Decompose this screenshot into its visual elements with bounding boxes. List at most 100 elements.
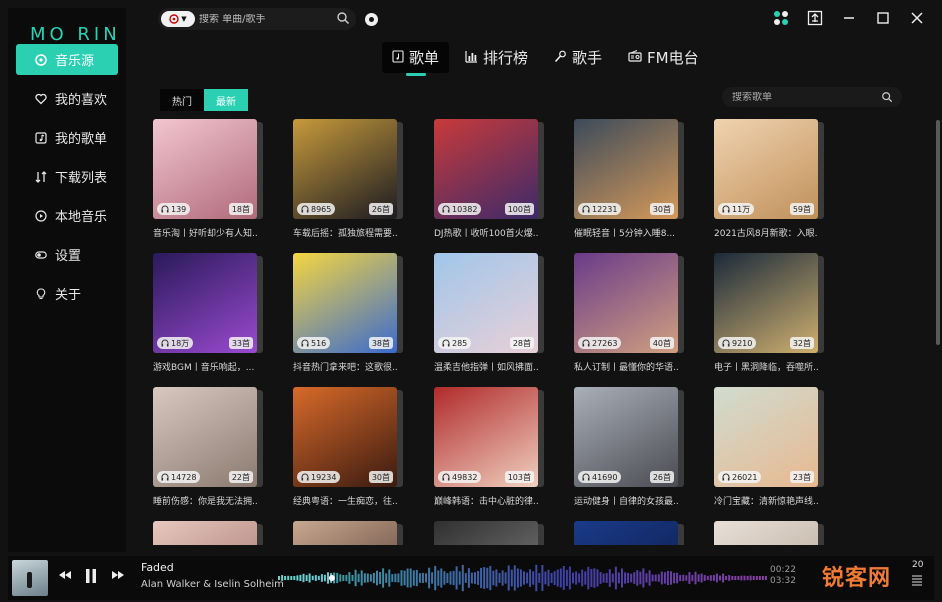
playlist-title[interactable]: 抖音热门拿来吧：这歌很... xyxy=(293,360,397,373)
playlist-title[interactable]: 经典粤语：一生痴恋，往... xyxy=(293,494,397,507)
sidebar-item-downloads[interactable]: 下载列表 xyxy=(16,161,118,192)
playlist-title[interactable]: 车载后摇：孤独旅程需要... xyxy=(293,226,397,239)
waveform-bar xyxy=(764,576,767,580)
search-input[interactable] xyxy=(199,13,337,25)
playlist-cover[interactable] xyxy=(293,521,397,545)
playlist-card[interactable]: 26021 23首 冷门宝藏：清新惊艳声线... xyxy=(714,387,824,507)
playlist-card[interactable]: 516 38首 抖音热门拿来吧：这歌很... xyxy=(293,253,403,373)
playlist-cover-stack: 11万 59首 xyxy=(714,119,824,219)
progress-knob[interactable] xyxy=(328,575,335,581)
sidebar-item-favorites[interactable]: 我的喜欢 xyxy=(16,83,118,114)
playlist-card[interactable]: 12231 30首 催眠轻音丨5分钟入睡8... xyxy=(574,119,684,239)
waveform-bar xyxy=(581,569,584,587)
next-icon[interactable] xyxy=(111,568,125,586)
playlist-queue-icon[interactable] xyxy=(911,574,923,586)
waveform-bar xyxy=(348,572,351,584)
track-count-badge: 59首 xyxy=(789,203,814,215)
playlist-card[interactable]: 9210 32首 电子丨黑洞降临，吞噬所... xyxy=(714,253,824,373)
waveform-bar xyxy=(568,566,571,590)
pause-icon[interactable] xyxy=(84,568,98,588)
waveform-bar xyxy=(703,575,706,581)
playlist-cover[interactable] xyxy=(153,521,257,545)
search-icon[interactable] xyxy=(881,91,893,103)
playlist-card[interactable]: 11万 59首 2021古风8月新歌：入眼... xyxy=(714,119,824,239)
playlist-title[interactable]: 游戏BGM丨音乐响起，... xyxy=(153,360,257,373)
playlist-card[interactable] xyxy=(153,521,263,545)
sidebar-item-settings[interactable]: 设置 xyxy=(16,239,118,270)
close-icon[interactable] xyxy=(906,8,928,28)
maximize-icon[interactable] xyxy=(872,8,894,28)
waveform-progress[interactable] xyxy=(278,562,768,594)
playlist-card[interactable]: 19234 30首 经典粤语：一生痴恋，往... xyxy=(293,387,403,507)
track-count-badge: 23首 xyxy=(789,471,814,483)
playlist-title[interactable]: 运动健身丨自律的女孩最... xyxy=(574,494,678,507)
album-cover[interactable] xyxy=(12,560,48,596)
waveform-bar xyxy=(596,569,599,587)
sidebar-item-my-playlists[interactable]: 我的歌单 xyxy=(16,122,118,153)
playlist-title[interactable]: 冷门宝藏：清新惊艳声线... xyxy=(714,494,818,507)
radio-icon xyxy=(628,50,642,65)
sidebar-item-about[interactable]: 关于 xyxy=(16,278,118,309)
playlist-cover[interactable] xyxy=(434,521,538,545)
playlist-title[interactable]: 温柔吉他指弹丨如风拂面... xyxy=(434,360,538,373)
track-count-badge: 38首 xyxy=(368,337,393,349)
waveform-bar xyxy=(697,574,700,582)
playlist-card[interactable]: 18万 33首 游戏BGM丨音乐响起，... xyxy=(153,253,263,373)
playlist-cover[interactable] xyxy=(714,521,818,545)
waveform-bar xyxy=(425,573,427,583)
playlist-card[interactable] xyxy=(293,521,403,545)
current-time: 00:22 xyxy=(770,565,796,575)
playlist-search-input[interactable] xyxy=(722,91,872,103)
skin-icon[interactable] xyxy=(770,8,792,28)
waveform-bar xyxy=(587,566,590,590)
playlist-card[interactable] xyxy=(714,521,824,545)
playlist-title[interactable]: 睡前伤感：你是我无法拥... xyxy=(153,494,257,507)
playlist-card[interactable] xyxy=(574,521,684,545)
waveform-bar xyxy=(572,572,574,584)
waveform-bar xyxy=(516,568,519,588)
search-icon[interactable] xyxy=(336,11,350,25)
total-time: 03:32 xyxy=(770,576,796,586)
playlist-card[interactable]: 49832 103首 巅峰韩语：击中心脏的律... xyxy=(434,387,544,507)
playlist-card[interactable]: 8965 26首 车载后摇：孤独旅程需要... xyxy=(293,119,403,239)
record-icon[interactable] xyxy=(365,13,378,26)
playlist-title[interactable]: 音乐淘丨好听却少有人知... xyxy=(153,226,257,239)
source-selector[interactable]: ▼ xyxy=(161,11,195,27)
play-count-badge: 139 xyxy=(157,203,191,215)
playlist-cover-stack xyxy=(153,521,263,545)
playlist-card[interactable]: 41690 26首 运动健身丨自律的女孩最... xyxy=(574,387,684,507)
playlist-card[interactable]: 10382 100首 DJ热歌丨收听100首火爆... xyxy=(434,119,544,239)
filter-new[interactable]: 最新 xyxy=(204,89,248,111)
playlist-title[interactable]: 巅峰韩语：击中心脏的律... xyxy=(434,494,538,507)
playlist-title[interactable]: 催眠轻音丨5分钟入睡8... xyxy=(574,226,678,239)
playlist-card[interactable]: 285 28首 温柔吉他指弹丨如风拂面... xyxy=(434,253,544,373)
playlist-title[interactable]: 2021古风8月新歌：入眼... xyxy=(714,226,818,239)
waveform-bar xyxy=(360,570,363,586)
volume-value[interactable]: 20 xyxy=(912,560,923,570)
previous-icon[interactable] xyxy=(58,568,72,586)
tab-fm-radio[interactable]: FM电台 xyxy=(618,42,709,73)
filter-hot[interactable]: 热门 xyxy=(160,89,204,111)
waveform-bar xyxy=(639,571,642,585)
playlist-cover-stack xyxy=(293,521,403,545)
playlist-title[interactable]: DJ热歌丨收听100首火爆... xyxy=(434,226,538,239)
playlist-card[interactable]: 139 18首 音乐淘丨好听却少有人知... xyxy=(153,119,263,239)
tab-singers[interactable]: 歌手 xyxy=(544,42,612,73)
minimize-icon[interactable] xyxy=(838,8,860,28)
waveform-bar xyxy=(621,568,623,588)
playlist-cover[interactable] xyxy=(574,521,678,545)
playlist-cover-stack: 27263 40首 xyxy=(574,253,684,353)
playlist-title[interactable]: 私人订制丨最懂你的华语... xyxy=(574,360,678,373)
mini-mode-icon[interactable] xyxy=(804,8,826,28)
waveform-bar xyxy=(403,570,406,586)
tab-playlists[interactable]: 歌单 xyxy=(382,42,450,76)
playlist-card[interactable]: 14728 22首 睡前伤感：你是我无法拥... xyxy=(153,387,263,507)
playlist-cover-stack xyxy=(574,521,684,545)
playlist-card[interactable]: 27263 40首私人订制丨最懂你的华语... xyxy=(574,253,684,373)
scrollbar-thumb[interactable] xyxy=(936,120,940,345)
sidebar-item-music-source[interactable]: 音乐源 xyxy=(16,44,118,75)
sidebar-item-local-music[interactable]: 本地音乐 xyxy=(16,200,118,231)
playlist-card[interactable] xyxy=(434,521,544,545)
tab-charts[interactable]: 排行榜 xyxy=(455,42,538,73)
playlist-title[interactable]: 电子丨黑洞降临，吞噬所... xyxy=(714,360,818,373)
